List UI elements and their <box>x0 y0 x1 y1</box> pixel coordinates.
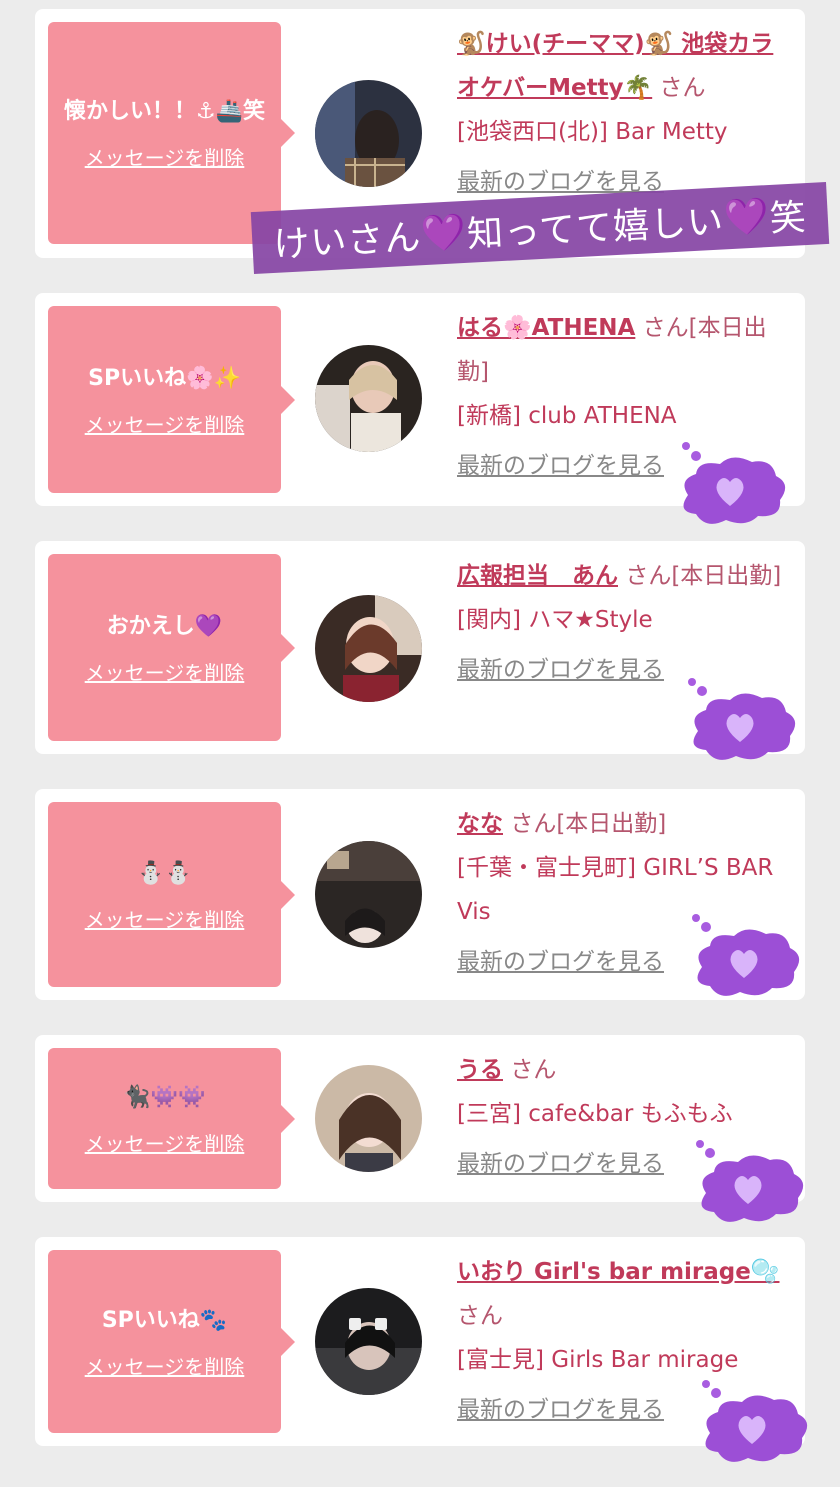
avatar[interactable] <box>315 841 422 948</box>
heart-thought-sticker <box>696 1140 804 1222</box>
caption-part: 知ってて嬉しい <box>466 201 726 256</box>
message-text: 🐈‍⬛👾👾 <box>123 1084 206 1110</box>
cast-name-link[interactable]: いおり Girl's bar mirage🫧 <box>457 1259 779 1285</box>
message-bubble: ⛄⛄ メッセージを削除 <box>48 802 295 987</box>
honorific: さん <box>457 1303 503 1329</box>
avatar-photo <box>315 841 422 948</box>
heart-thought-sticker <box>692 914 800 996</box>
avatar[interactable] <box>315 80 422 187</box>
delete-message-link[interactable]: メッセージを削除 <box>85 904 245 933</box>
message-text: 懐かしい！！⚓🚢笑 <box>63 99 266 124</box>
avatar-photo <box>315 1288 422 1395</box>
caption-part: 笑 <box>768 197 808 240</box>
honorific: さん <box>510 1057 557 1083</box>
caption-part: けいさん <box>272 217 423 266</box>
cast-name-link[interactable]: なな <box>457 811 503 837</box>
latest-blog-link[interactable]: 最新のブログを見る <box>457 648 664 692</box>
message-bubble: SPいいね🐾 メッセージを削除 <box>48 1250 295 1433</box>
avatar-photo <box>315 345 422 452</box>
avatar[interactable] <box>315 595 422 702</box>
message-bubble: おかえし💜 メッセージを削除 <box>48 554 295 741</box>
avatar[interactable] <box>315 1288 422 1395</box>
avatar[interactable] <box>315 345 422 452</box>
avatar-photo <box>315 1065 422 1172</box>
message-text: おかえし💜 <box>106 613 223 639</box>
delete-message-link[interactable]: メッセージを削除 <box>85 657 245 686</box>
message-bubble: 🐈‍⬛👾👾 メッセージを削除 <box>48 1048 295 1189</box>
latest-blog-link[interactable]: 最新のブログを見る <box>457 444 664 488</box>
heart-thought-sticker <box>688 678 796 760</box>
cast-info: 広報担当 あん さん[本日出勤] [関内] ハマ★Style 最新のブログを見る <box>457 554 792 692</box>
message-text: SPいいね🐾 <box>101 1307 228 1333</box>
shop-name: [新橋] club ATHENA <box>457 403 677 429</box>
avatar-photo <box>315 595 422 702</box>
avatar[interactable] <box>315 1065 422 1172</box>
latest-blog-link[interactable]: 最新のブログを見る <box>457 1142 664 1186</box>
message-text: SPいいね🌸✨ <box>88 365 241 391</box>
shop-name: [富士見] Girls Bar mirage <box>457 1347 739 1373</box>
delete-message-link[interactable]: メッセージを削除 <box>85 142 245 171</box>
cast-info: 🐒けい(チーママ)🐒 池袋カラオケバーMetty🌴 さん [池袋西口(北)] B… <box>457 22 792 204</box>
latest-blog-link[interactable]: 最新のブログを見る <box>457 1388 664 1432</box>
shop-name: [池袋西口(北)] Bar Metty <box>457 119 728 145</box>
delete-message-link[interactable]: メッセージを削除 <box>85 1351 245 1380</box>
message-bubble: 懐かしい！！⚓🚢笑 メッセージを削除 <box>48 22 295 244</box>
heart-thought-sticker <box>682 442 786 524</box>
purple-heart-icon: 💜 <box>722 195 771 240</box>
purple-heart-icon: 💜 <box>420 211 469 256</box>
latest-blog-link[interactable]: 最新のブログを見る <box>457 940 664 984</box>
shop-name: [三宮] cafe&bar もふもふ <box>457 1101 733 1127</box>
honorific: さん <box>659 75 706 101</box>
honorific: さん[本日出勤] <box>625 563 782 589</box>
message-bubble: SPいいね🌸✨ メッセージを削除 <box>48 306 295 493</box>
shop-name: [関内] ハマ★Style <box>457 607 653 633</box>
cast-name-link[interactable]: 広報担当 あん <box>457 563 618 589</box>
avatar-photo <box>315 80 422 187</box>
delete-message-link[interactable]: メッセージを削除 <box>85 1128 245 1157</box>
cast-name-link[interactable]: 🐒けい(チーママ)🐒 池袋カラオケバーMetty🌴 <box>457 31 773 101</box>
cast-name-link[interactable]: はる🌸ATHENA <box>457 315 635 341</box>
cast-name-link[interactable]: うる <box>457 1057 503 1083</box>
message-text: ⛄⛄ <box>137 860 192 886</box>
honorific: さん[本日出勤] <box>510 811 667 837</box>
delete-message-link[interactable]: メッセージを削除 <box>85 409 245 438</box>
heart-thought-sticker <box>702 1380 808 1462</box>
